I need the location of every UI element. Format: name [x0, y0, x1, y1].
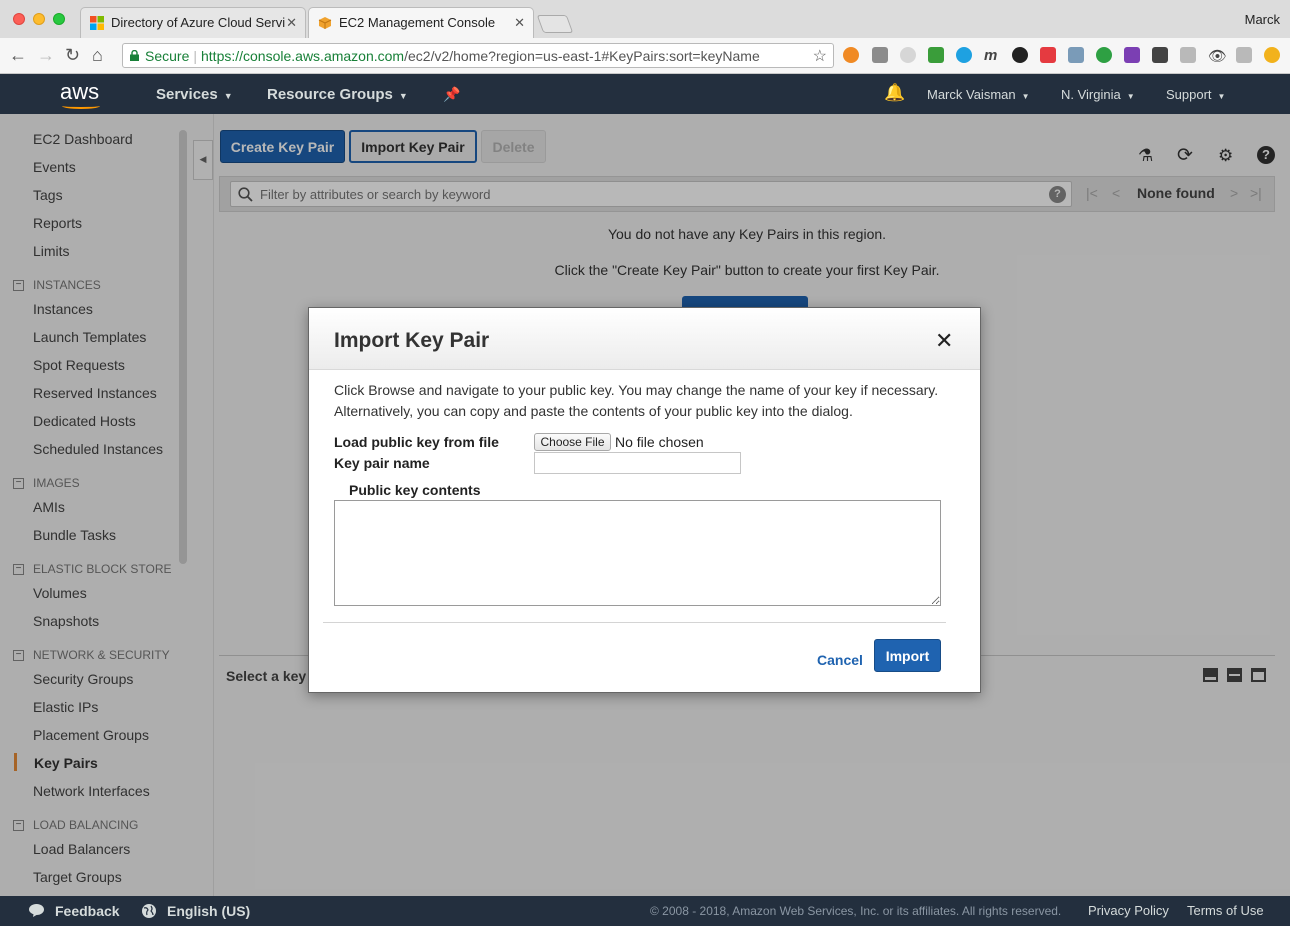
extension-icon[interactable] [1040, 47, 1056, 63]
close-icon[interactable]: ✕ [935, 328, 953, 354]
aws-smile-icon [62, 103, 100, 109]
bookmark-star-icon[interactable]: ☆ [813, 46, 827, 66]
cancel-button[interactable]: Cancel [817, 652, 863, 668]
onenote-icon[interactable] [1124, 47, 1140, 63]
address-bar[interactable]: Secure | https://console.aws.amazon.com/ec… [122, 43, 834, 68]
extension-icon[interactable] [900, 47, 916, 63]
account-name: Marck Vaisman [927, 87, 1016, 102]
pin-icon[interactable]: 📌 [443, 86, 460, 103]
dialog-header: Import Key Pair ✕ [309, 308, 980, 370]
language-selector[interactable]: English (US) [167, 903, 250, 919]
extension-icon[interactable] [1068, 47, 1084, 63]
extension-icon[interactable] [956, 47, 972, 63]
console-footer: Feedback English (US) © 2008 - 2018, Ama… [0, 896, 1290, 926]
dialog-description: Click Browse and navigate to your public… [334, 382, 939, 419]
zoom-window-button[interactable] [53, 13, 65, 25]
key-pair-name-label: Key pair name [334, 455, 430, 471]
home-icon[interactable]: ⌂ [92, 45, 103, 66]
reload-icon[interactable]: ↻ [65, 45, 80, 66]
close-window-button[interactable] [13, 13, 25, 25]
aws-logo[interactable]: aws [60, 79, 100, 109]
choose-file-button[interactable]: Choose File [534, 433, 611, 451]
import-key-pair-dialog: Import Key Pair ✕ Click Browse and navig… [308, 307, 981, 693]
dialog-divider [323, 622, 946, 623]
file-status-text: No file chosen [615, 434, 704, 450]
url-path: /ec2/v2/home?region=us-east-1#KeyPairs:s… [404, 48, 760, 64]
extension-icon[interactable]: m [984, 47, 1000, 64]
new-tab-button[interactable] [536, 15, 574, 33]
public-key-textarea[interactable] [334, 500, 941, 606]
extension-icon[interactable] [1180, 47, 1196, 63]
services-label: Services [156, 86, 218, 103]
resource-groups-label: Resource Groups [267, 86, 393, 103]
tab-close-icon[interactable]: ✕ [514, 15, 525, 31]
microsoft-logo-icon [90, 16, 104, 30]
import-button[interactable]: Import [874, 639, 941, 672]
url-host: https://console.aws.amazon.com [201, 48, 405, 64]
forward-arrow-icon[interactable]: → [37, 45, 55, 66]
minimize-window-button[interactable] [33, 13, 45, 25]
browser-tab-bar: Directory of Azure Cloud Servi ✕ EC2 Man… [0, 0, 1290, 38]
warning-icon[interactable] [1264, 47, 1280, 63]
terms-of-use-link[interactable]: Terms of Use [1187, 903, 1264, 918]
chevron-down-icon: ▼ [1217, 92, 1226, 101]
tab-title: Directory of Azure Cloud Servi [111, 15, 286, 30]
region-menu[interactable]: N. Virginia ▼ [1061, 87, 1135, 102]
aws-top-nav: aws Services ▼ Resource Groups ▼ 📌 🔔 Marck… [0, 74, 1290, 114]
dialog-title: Import Key Pair [334, 329, 490, 352]
extension-icon[interactable] [1096, 47, 1112, 63]
extension-icon[interactable] [928, 47, 944, 63]
eye-icon[interactable]: 👁 [1208, 47, 1227, 65]
aws-box-icon [318, 17, 332, 29]
support-label: Support [1166, 87, 1212, 102]
globe-icon [142, 904, 156, 918]
browser-profile-name[interactable]: Marck [1245, 12, 1280, 27]
chevron-down-icon: ▼ [1126, 92, 1135, 101]
resource-groups-menu[interactable]: Resource Groups ▼ [267, 86, 408, 103]
chevron-down-icon: ▼ [223, 91, 233, 101]
tab-ec2-console[interactable]: EC2 Management Console ✕ [308, 7, 534, 38]
copyright-text: © 2008 - 2018, Amazon Web Services, Inc.… [650, 904, 1062, 918]
aws-logo-text: aws [60, 79, 100, 104]
extension-icon[interactable] [843, 47, 859, 63]
privacy-policy-link[interactable]: Privacy Policy [1088, 903, 1169, 918]
account-menu[interactable]: Marck Vaisman ▼ [927, 87, 1030, 102]
region-name: N. Virginia [1061, 87, 1121, 102]
chevron-down-icon: ▼ [398, 91, 408, 101]
chevron-down-icon: ▼ [1021, 92, 1030, 101]
extension-icon[interactable] [1152, 47, 1168, 63]
speech-bubble-icon [29, 904, 44, 917]
tab-title: EC2 Management Console [339, 15, 496, 30]
public-key-label: Public key contents [349, 482, 481, 498]
load-key-label: Load public key from file [334, 434, 499, 450]
tab-close-icon[interactable]: ✕ [286, 15, 297, 31]
tab-azure-directory[interactable]: Directory of Azure Cloud Servi ✕ [80, 7, 306, 38]
lock-icon [130, 50, 139, 61]
support-menu[interactable]: Support ▼ [1166, 87, 1225, 102]
extension-icon[interactable] [1012, 47, 1028, 63]
feedback-link[interactable]: Feedback [55, 903, 120, 919]
extension-icon[interactable] [872, 47, 888, 63]
bell-icon[interactable]: 🔔 [884, 83, 905, 103]
extension-icon[interactable] [1236, 47, 1252, 63]
back-arrow-icon[interactable]: ← [9, 45, 27, 66]
services-menu[interactable]: Services ▼ [156, 86, 233, 103]
key-pair-name-field[interactable] [534, 452, 741, 474]
secure-label: Secure [145, 48, 190, 64]
browser-toolbar: ← → ↻ ⌂ Secure | https://console.aws.amazo… [0, 38, 1290, 74]
